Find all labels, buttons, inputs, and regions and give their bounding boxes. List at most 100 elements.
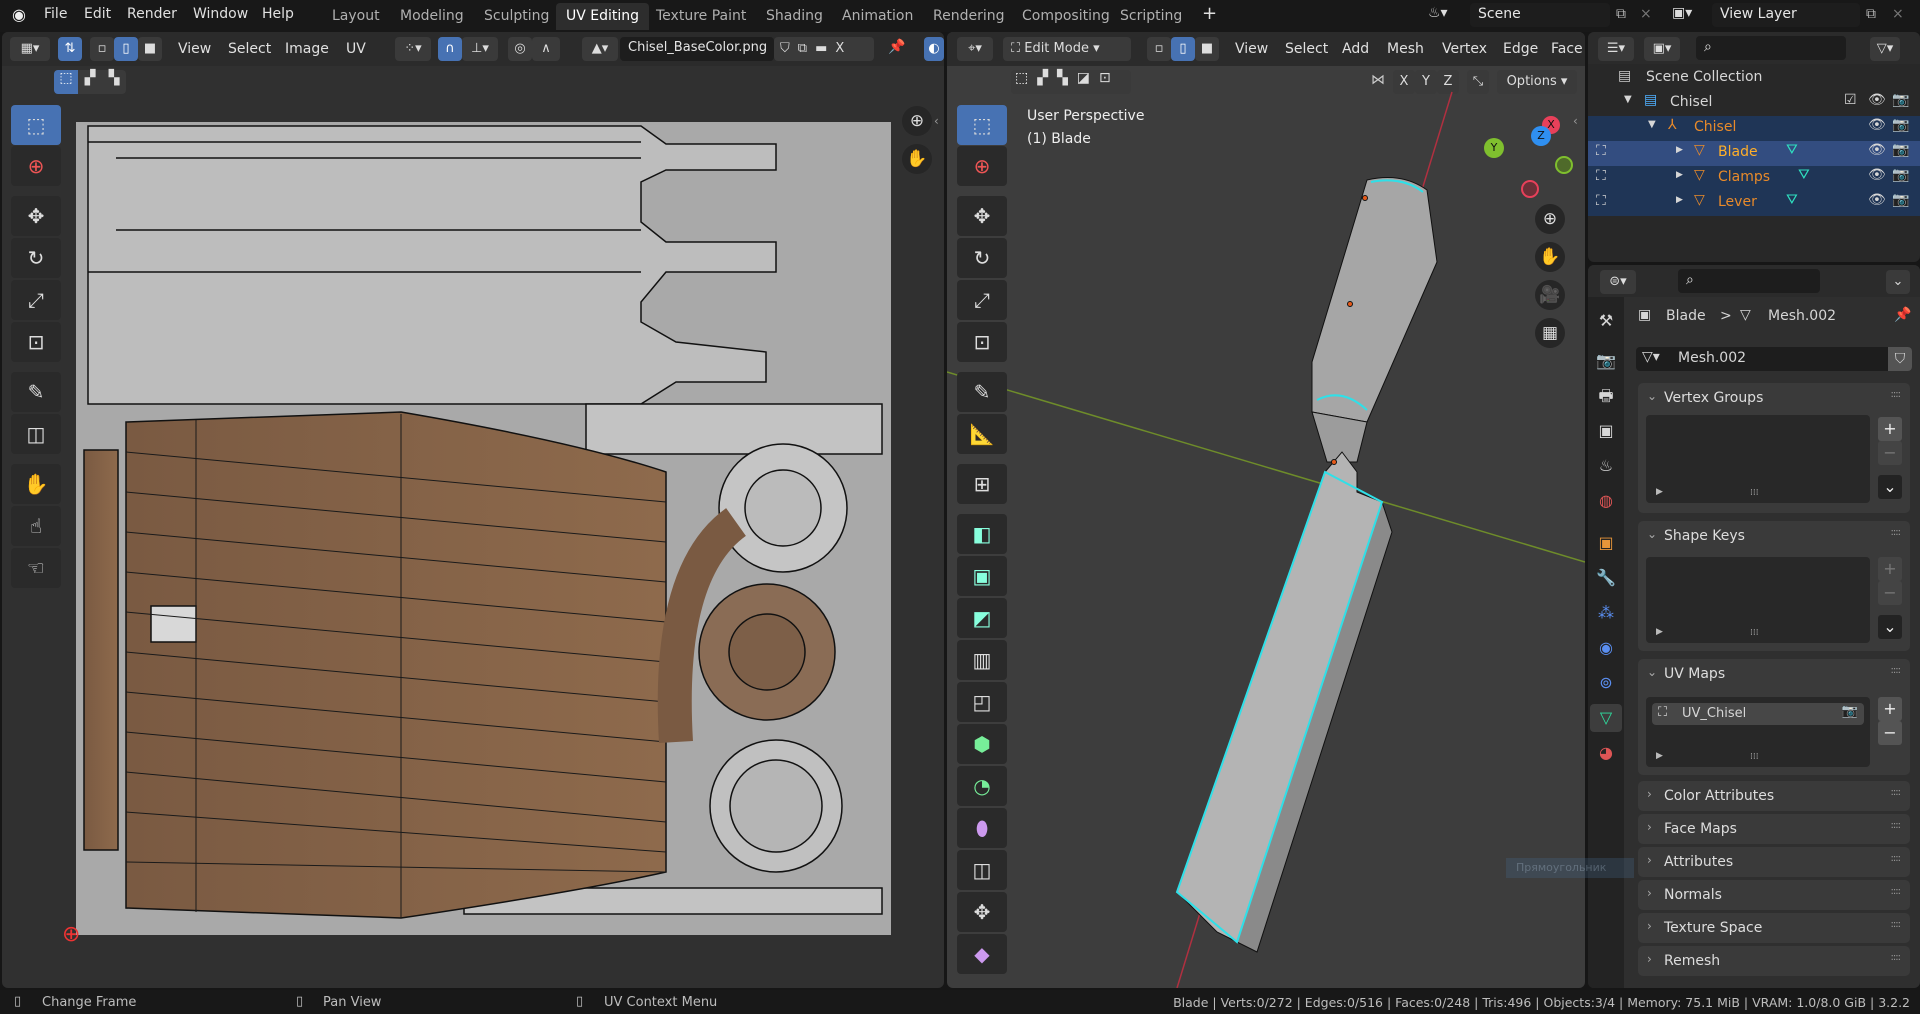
tool-select-box[interactable]: ⬚ (11, 105, 61, 145)
edit-mode-toggle-icon[interactable]: ⛶ (1596, 168, 1606, 184)
pivot-icon[interactable]: ⁘▾ (395, 37, 431, 61)
uv-image-canvas[interactable] (76, 122, 891, 935)
world-tab-icon[interactable]: ◍ (1592, 487, 1620, 515)
close-scene-icon[interactable]: × (1640, 6, 1652, 22)
render-camera-icon[interactable]: 📷 (1892, 192, 1909, 208)
tool-rotate[interactable]: ↻ (11, 238, 61, 278)
tool-bevel[interactable]: ◩ (957, 598, 1007, 638)
visibility-eye-icon[interactable]: 👁 (1868, 92, 1886, 108)
close-view-layer-icon[interactable]: × (1892, 6, 1904, 22)
tool-transform[interactable]: ⊡ (957, 322, 1007, 362)
tab-sculpting[interactable]: Sculpting (474, 3, 559, 30)
tool-cursor[interactable]: ⊕ (11, 146, 61, 186)
panel-normals[interactable]: › Normals:::: (1638, 880, 1910, 910)
tab-modeling[interactable]: Modeling (390, 3, 474, 30)
menu-help[interactable]: Help (262, 6, 294, 22)
panel-title[interactable]: Texture Space (1664, 920, 1762, 936)
tool-scale[interactable]: ⤢ (957, 280, 1007, 320)
expand-chevron-icon[interactable]: › (1647, 853, 1652, 867)
visibility-eye-icon[interactable]: 👁 (1868, 117, 1886, 133)
particles-tab-icon[interactable]: ⁂ (1592, 599, 1620, 627)
panel-title[interactable]: Attributes (1664, 854, 1733, 870)
tab-rendering[interactable]: Rendering (923, 3, 1015, 30)
tool-rip[interactable]: ◫ (11, 414, 61, 454)
list-resize-icon[interactable]: ⁞⁞⁞ (1750, 628, 1759, 638)
mesh-name-field[interactable]: Mesh.002 (1678, 350, 1746, 366)
panel-title[interactable]: Shape Keys (1664, 528, 1745, 544)
pin-icon[interactable]: 📌 (1894, 307, 1911, 323)
uv-map-item[interactable]: ⛶ UV_Chisel 📷 (1652, 703, 1864, 725)
add-shape-key-button[interactable]: + (1878, 557, 1902, 581)
tool-move[interactable]: ✥ (957, 196, 1007, 236)
drag-handle-icon[interactable]: :::: (1891, 886, 1902, 897)
scene-selector[interactable]: Scene (1470, 3, 1610, 27)
image-browse-icon[interactable]: ▲▾ (582, 37, 618, 61)
outliner-row-empty[interactable]: ▼ ⅄ Chisel 👁 📷 (1588, 116, 1920, 141)
outliner-row-scene-collection[interactable]: ▤ Scene Collection (1588, 66, 1920, 91)
tool-shrink-fatten[interactable]: ✥ (957, 892, 1007, 932)
remove-uv-map-button[interactable]: − (1878, 721, 1902, 745)
visibility-eye-icon[interactable]: 👁 (1868, 167, 1886, 183)
render-camera-icon[interactable]: 📷 (1892, 92, 1909, 108)
render-camera-icon[interactable]: 📷 (1892, 142, 1909, 158)
panel-texture-space[interactable]: › Texture Space:::: (1638, 913, 1910, 943)
edit-mode-toggle-icon[interactable]: ⛶ (1596, 143, 1606, 159)
falloff-icon[interactable]: ∧ (532, 37, 560, 61)
fake-user-shield-icon[interactable]: ⛉ (1888, 347, 1912, 371)
visibility-eye-icon[interactable]: 👁 (1868, 142, 1886, 158)
options-chevron-icon[interactable]: ⌄ (1886, 270, 1910, 294)
uv-maps-list[interactable]: ⛶ UV_Chisel 📷 ▶ ⁞⁞⁞ (1646, 697, 1870, 767)
fake-user-icon[interactable]: ⛉ (780, 41, 798, 56)
material-tab-icon[interactable]: ◕ (1592, 739, 1620, 767)
tab-animation[interactable]: Animation (832, 3, 923, 30)
drag-handle-icon[interactable]: :::: (1891, 787, 1902, 798)
remove-vertex-group-button[interactable]: − (1878, 441, 1902, 465)
tool-inset[interactable]: ▣ (957, 556, 1007, 596)
menu-image[interactable]: Image (285, 41, 329, 57)
vertex-select-icon[interactable]: ▫ (90, 37, 114, 61)
scene-tab-icon[interactable]: ♨ (1592, 452, 1620, 480)
tab-uv-editing[interactable]: UV Editing (556, 3, 650, 30)
properties-search-input[interactable]: ⌕ (1678, 269, 1820, 293)
edge-select-icon[interactable]: ▯ (114, 37, 138, 61)
panel-title[interactable]: Face Maps (1664, 821, 1737, 837)
edit-mode-toggle-icon[interactable]: ⛶ (1596, 193, 1606, 209)
copy-view-layer-icon[interactable]: ⧉ (1866, 6, 1876, 22)
list-expand-icon[interactable]: ▶ (1656, 751, 1663, 761)
expand-chevron-icon[interactable]: › (1647, 820, 1652, 834)
zoom-icon[interactable]: ⊕ (1535, 204, 1565, 234)
pan-icon[interactable]: ✋ (1535, 242, 1565, 272)
display-mode-icon[interactable]: ☰▾ (1598, 37, 1634, 61)
unlink-image-icon[interactable]: X (835, 41, 852, 56)
gizmo-z[interactable]: Z (1531, 126, 1551, 146)
tool-scale[interactable]: ⤢ (11, 280, 61, 320)
add-workspace-button[interactable]: + (1202, 3, 1217, 24)
tool-annotate[interactable]: ✎ (957, 372, 1007, 412)
collapse-chevron-icon[interactable]: ⌄ (1647, 527, 1657, 541)
tool-transform[interactable]: ⊡ (11, 322, 61, 362)
image-actions[interactable]: ⛉⧉▬X (774, 37, 874, 61)
physics-tab-icon[interactable]: ◉ (1592, 634, 1620, 662)
list-expand-icon[interactable]: ▶ (1656, 627, 1663, 637)
add-vertex-group-button[interactable]: + (1878, 417, 1902, 441)
tool-knife[interactable]: ◰ (957, 682, 1007, 722)
tool-loop-cut[interactable]: ▥ (957, 640, 1007, 680)
snap-target-icon[interactable]: ⊥▾ (462, 37, 498, 61)
select-extend-icon[interactable]: ▞ (78, 70, 102, 86)
outliner-row-clamps[interactable]: ⛶ ▶ ▽ Clamps ⛛ 👁 📷 (1588, 166, 1920, 191)
tool-tab-icon[interactable]: ⚒ (1592, 307, 1620, 335)
outliner-row-blade[interactable]: ⛶ ▶ ▽ Blade ⛛ 👁 📷 (1588, 141, 1920, 166)
shape-keys-list[interactable]: ▶ ⁞⁞⁞ (1646, 557, 1870, 643)
snap-icon[interactable]: ∩ (438, 37, 462, 61)
shape-key-specials-icon[interactable]: ⌄ (1878, 615, 1902, 639)
uv-map-name[interactable]: UV_Chisel (1682, 706, 1746, 721)
collapse-chevron-icon[interactable]: ⌄ (1647, 389, 1657, 403)
expand-chevron-icon[interactable]: › (1647, 919, 1652, 933)
view-layer-icon[interactable]: ▣▾ (1672, 5, 1692, 21)
vertex-group-specials-icon[interactable]: ⌄ (1878, 475, 1902, 499)
tool-pinch[interactable]: ☜ (11, 548, 61, 588)
drag-handle-icon[interactable]: :::: (1891, 389, 1902, 400)
add-uv-map-button[interactable]: + (1878, 697, 1902, 721)
sidebar-toggle-icon[interactable]: ‹ (1573, 114, 1578, 128)
drag-handle-icon[interactable]: :::: (1891, 853, 1902, 864)
